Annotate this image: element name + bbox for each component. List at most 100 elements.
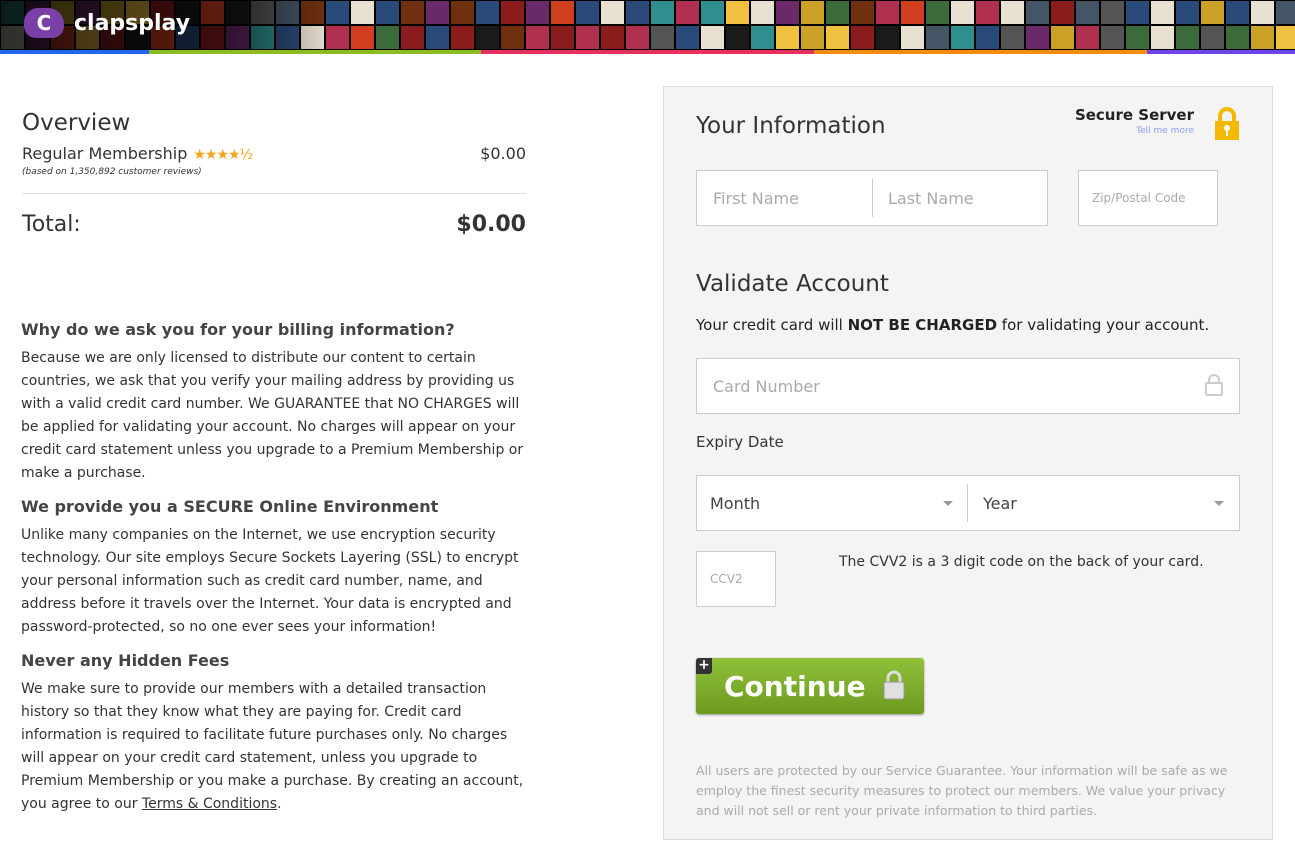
logo[interactable]: C clapsplay xyxy=(24,8,190,38)
poster-tile xyxy=(1100,25,1125,50)
color-stripe xyxy=(0,50,1295,54)
billing-info: Why do we ask you for your billing infor… xyxy=(21,320,529,828)
total-label: Total: xyxy=(22,212,81,237)
poster-tile xyxy=(950,0,975,25)
poster-tile xyxy=(375,25,400,50)
info-body: Because we are only licensed to distribu… xyxy=(21,350,524,481)
poster-tile xyxy=(350,25,375,50)
poster-tile xyxy=(1125,25,1150,50)
chevron-down-icon xyxy=(1214,501,1224,506)
continue-button[interactable]: + Continue xyxy=(696,658,924,714)
poster-tile xyxy=(1275,0,1295,25)
poster-tile xyxy=(675,25,700,50)
membership-name: Regular Membership xyxy=(22,144,188,163)
first-name-input[interactable]: First Name xyxy=(713,189,873,208)
poster-tile xyxy=(525,25,550,50)
site-header: C clapsplay xyxy=(0,0,1295,50)
ccv-note: The CVV2 is a 3 digit code on the back o… xyxy=(839,554,1204,570)
brand-name: clapsplay xyxy=(74,10,191,36)
tell-me-more-link[interactable]: Tell me more xyxy=(1075,126,1194,136)
overview-title: Overview xyxy=(22,110,131,136)
poster-tile xyxy=(575,25,600,50)
poster-tile xyxy=(450,25,475,50)
poster-tile xyxy=(400,25,425,50)
cloud-logo-icon: C xyxy=(24,8,64,38)
poster-tile xyxy=(350,0,375,25)
poster-tile xyxy=(925,25,950,50)
poster-tile xyxy=(1000,25,1025,50)
zip-input[interactable]: Zip/Postal Code xyxy=(1078,170,1218,226)
secure-server: Secure Server Tell me more xyxy=(1074,106,1194,136)
poster-tile xyxy=(675,0,700,25)
poster-tile xyxy=(850,25,875,50)
rating-stars-icon: ★★★★½ xyxy=(193,147,253,163)
poster-tile xyxy=(825,25,850,50)
info-body: Unlike many companies on the Internet, w… xyxy=(21,527,519,635)
poster-tile xyxy=(1175,0,1200,25)
poster-tile xyxy=(500,0,525,25)
poster-tile xyxy=(1125,0,1150,25)
card-number-input[interactable]: Card Number xyxy=(696,358,1240,414)
poster-tile xyxy=(1200,25,1225,50)
poster-tile xyxy=(1100,0,1125,25)
poster-tile xyxy=(900,25,925,50)
year-select[interactable]: Year xyxy=(983,494,1017,513)
poster-tile xyxy=(1025,25,1050,50)
card-lock-icon xyxy=(1205,374,1223,396)
poster-tile xyxy=(1175,25,1200,50)
month-select[interactable]: Month xyxy=(710,494,968,513)
poster-tile xyxy=(1225,25,1250,50)
poster-tile xyxy=(1275,25,1295,50)
poster-tile xyxy=(1075,0,1100,25)
checkout-form: Your Information Secure Server Tell me mo… xyxy=(663,86,1273,840)
poster-tile xyxy=(650,0,675,25)
terms-link[interactable]: Terms & Conditions xyxy=(142,796,277,812)
poster-tile xyxy=(775,25,800,50)
validate-account-title: Validate Account xyxy=(696,271,889,297)
poster-tile xyxy=(650,25,675,50)
info-heading: We provide you a SECURE Online Environme… xyxy=(21,497,439,516)
info-body: We make sure to provide our members with… xyxy=(21,681,524,812)
poster-tile xyxy=(975,25,1000,50)
poster-tile xyxy=(1000,0,1025,25)
poster-tile xyxy=(425,25,450,50)
divider xyxy=(22,193,526,194)
poster-tile xyxy=(1150,0,1175,25)
chevron-down-icon xyxy=(943,501,953,506)
poster-tile xyxy=(1250,0,1275,25)
poster-tile xyxy=(1025,0,1050,25)
poster-tile xyxy=(975,0,1000,25)
your-information-title: Your Information xyxy=(696,113,886,139)
poster-tile xyxy=(475,0,500,25)
poster-tile xyxy=(450,0,475,25)
poster-tile xyxy=(550,0,575,25)
poster-tile xyxy=(600,25,625,50)
poster-tile xyxy=(800,25,825,50)
plus-icon: + xyxy=(696,658,712,674)
poster-tile xyxy=(800,0,825,25)
service-guarantee: All users are protected by our Service G… xyxy=(696,763,1228,818)
poster-tile xyxy=(425,0,450,25)
info-heading: Never any Hidden Fees xyxy=(21,651,230,670)
expiry-selects: Month Year xyxy=(696,475,1240,531)
poster-tile xyxy=(1050,0,1075,25)
poster-tile xyxy=(575,0,600,25)
review-count: (based on 1,350,892 customer reviews) xyxy=(22,167,202,177)
expiry-label: Expiry Date xyxy=(696,433,784,451)
poster-tile xyxy=(950,25,975,50)
poster-tile xyxy=(625,0,650,25)
poster-tile xyxy=(600,0,625,25)
lock-icon xyxy=(883,670,905,700)
poster-tile xyxy=(725,25,750,50)
poster-tile xyxy=(1050,25,1075,50)
poster-tile xyxy=(700,25,725,50)
not-charged-note: Your credit card will NOT BE CHARGED for… xyxy=(696,316,1210,334)
poster-tile xyxy=(750,25,775,50)
poster-tile xyxy=(875,25,900,50)
total-value: $0.00 xyxy=(456,212,526,237)
ccv-input[interactable]: CCV2 xyxy=(696,551,776,607)
last-name-input[interactable]: Last Name xyxy=(888,189,974,208)
overview-section: Overview Regular Membership ★★★★½ $0.00 (… xyxy=(22,110,526,237)
membership-price: $0.00 xyxy=(480,144,526,163)
poster-tile xyxy=(475,25,500,50)
